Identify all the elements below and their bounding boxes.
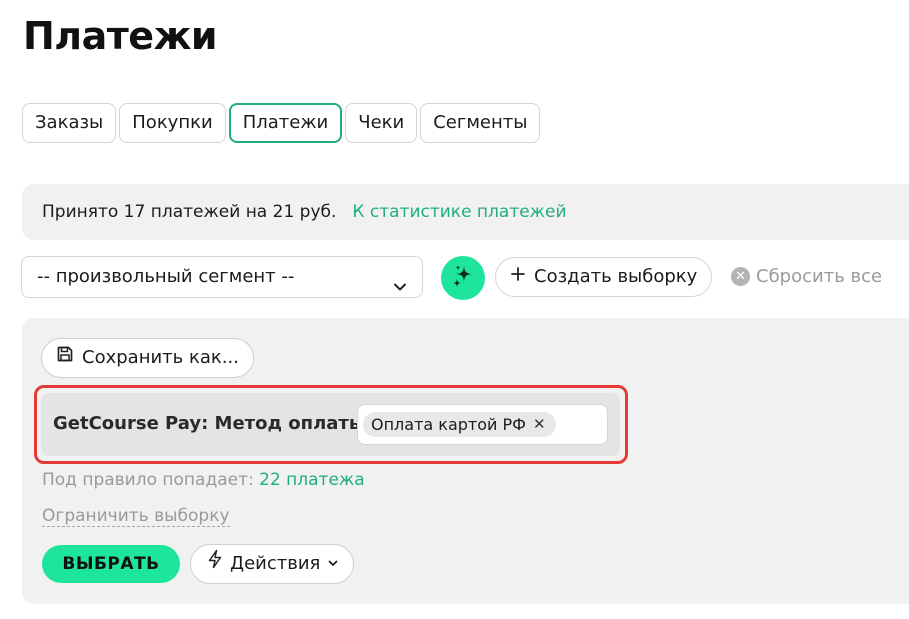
floppy-disk-icon xyxy=(56,339,74,377)
tab-payments[interactable]: Платежи xyxy=(228,103,343,143)
payments-summary-bar: Принято 17 платежей на 21 руб. К статисти… xyxy=(22,184,909,240)
payments-statistics-link[interactable]: К статистике платежей xyxy=(352,202,566,222)
payment-method-chip: Оплата картой РФ ✕ xyxy=(363,412,556,437)
rule-match-count: Под правило попадает: 22 платежа xyxy=(42,470,365,490)
payment-method-chip-label: Оплата картой РФ xyxy=(371,415,526,434)
plus-icon xyxy=(510,258,526,296)
chip-remove-icon[interactable]: ✕ xyxy=(533,412,546,437)
tab-segments[interactable]: Сегменты xyxy=(420,103,541,143)
select-button[interactable]: ВЫБРАТЬ xyxy=(42,545,180,583)
chevron-down-icon xyxy=(392,270,408,310)
limit-selection-link[interactable]: Ограничить выборку xyxy=(42,506,230,527)
reset-all-link[interactable]: ✕ Сбросить все xyxy=(731,266,882,287)
chevron-down-icon xyxy=(327,545,339,583)
sparkle-icon xyxy=(449,262,477,294)
rule-match-count-link[interactable]: 22 платежа xyxy=(259,470,365,490)
filter-rule-label: GetCourse Pay: Метод оплаты xyxy=(53,413,366,434)
lightning-icon xyxy=(207,545,223,583)
save-as-button[interactable]: Сохранить как... xyxy=(41,338,254,378)
segment-select-value: -- произвольный сегмент -- xyxy=(37,266,295,287)
tabs-bar: Заказы Покупки Платежи Чеки Сегменты xyxy=(22,103,541,143)
save-as-label: Сохранить как... xyxy=(82,347,239,368)
tab-receipts[interactable]: Чеки xyxy=(345,103,418,143)
create-selection-label: Создать выборку xyxy=(534,266,698,287)
payments-summary-text: Принято 17 платежей на 21 руб. xyxy=(42,202,337,222)
close-circle-icon: ✕ xyxy=(731,267,750,286)
rule-match-count-prefix: Под правило попадает: xyxy=(42,470,254,490)
actions-label: Действия xyxy=(230,553,321,574)
segment-select[interactable]: -- произвольный сегмент -- xyxy=(21,256,423,298)
reset-all-label: Сбросить все xyxy=(756,266,883,287)
tab-purchases[interactable]: Покупки xyxy=(119,103,226,143)
create-selection-button[interactable]: Создать выборку xyxy=(495,257,713,297)
ai-magic-button[interactable] xyxy=(441,256,485,300)
page-title: Платежи xyxy=(23,14,218,58)
tab-orders[interactable]: Заказы xyxy=(22,103,117,143)
actions-dropdown-button[interactable]: Действия xyxy=(190,544,355,584)
